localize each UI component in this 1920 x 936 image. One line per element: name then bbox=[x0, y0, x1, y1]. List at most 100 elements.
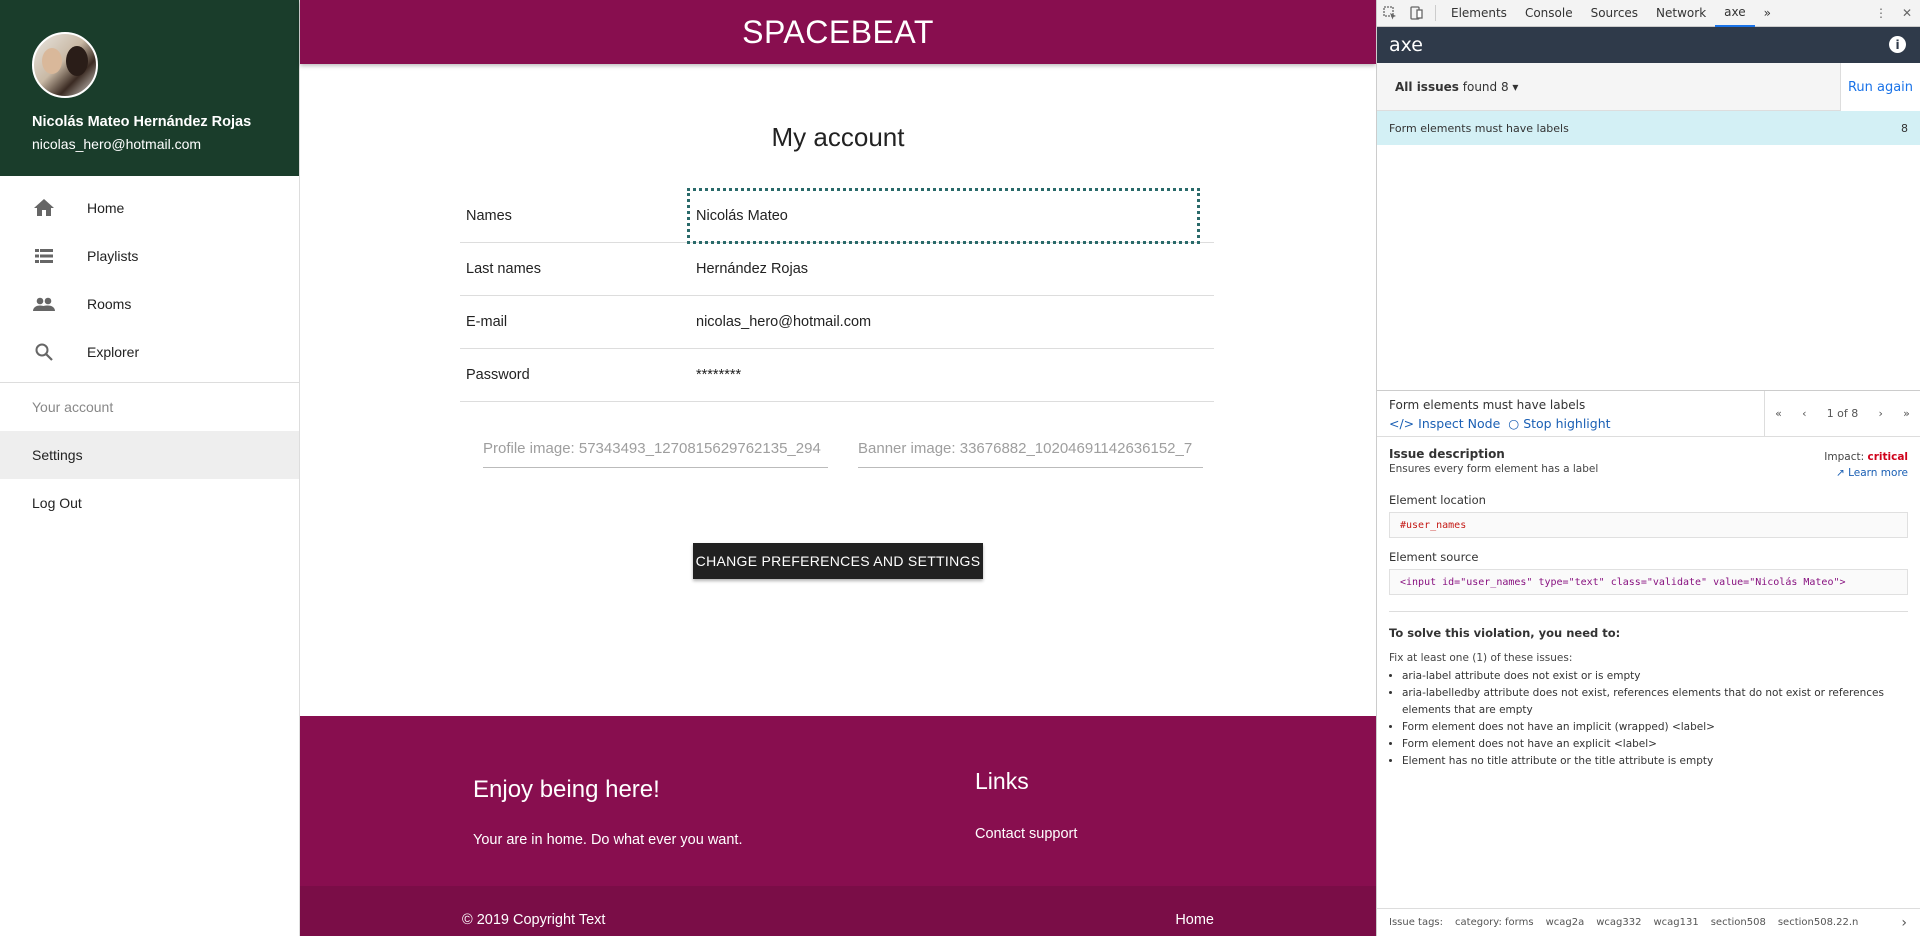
solve-item: aria-labelledby attribute does not exist… bbox=[1402, 685, 1908, 719]
nav-label: Home bbox=[87, 200, 125, 216]
form-row-password: Password ******** bbox=[460, 349, 1214, 402]
field-label: Names bbox=[466, 208, 512, 224]
detail-title: Form elements must have labels bbox=[1389, 398, 1586, 412]
avatar[interactable] bbox=[32, 32, 98, 98]
user-header: Nicolás Mateo Hernández Rojas nicolas_he… bbox=[0, 0, 299, 176]
tag: wcag131 bbox=[1653, 917, 1699, 928]
stop-highlight-label: Stop highlight bbox=[1523, 416, 1611, 431]
element-source-title: Element source bbox=[1389, 550, 1479, 564]
info-icon[interactable]: i bbox=[1889, 36, 1906, 53]
all-issues-dropdown[interactable]: All issues found 8 ▾ bbox=[1377, 80, 1518, 94]
tab-elements[interactable]: Elements bbox=[1442, 0, 1516, 27]
copyright: © 2019 Copyright Text bbox=[462, 912, 606, 928]
issue-tags-bar: Issue tags: category: forms wcag2a wcag3… bbox=[1377, 908, 1920, 936]
stop-highlight-link[interactable]: ○ Stop highlight bbox=[1508, 416, 1610, 431]
page-title: My account bbox=[771, 122, 905, 152]
issues-found: found 8 bbox=[1462, 79, 1509, 94]
nav-label: Rooms bbox=[87, 296, 132, 312]
nav-label: Playlists bbox=[87, 248, 139, 264]
names-input[interactable]: Nicolás Mateo bbox=[687, 188, 1200, 244]
issue-description-section: Issue description Ensures every form ele… bbox=[1377, 447, 1920, 479]
kebab-menu-icon[interactable]: ⋮ bbox=[1868, 0, 1894, 27]
issues-bar: All issues found 8 ▾ Run again bbox=[1377, 63, 1920, 111]
device-toolbar-icon[interactable] bbox=[1403, 0, 1429, 27]
issue-count: 8 bbox=[1901, 121, 1908, 135]
brand-logo[interactable]: SPACEBEAT bbox=[742, 14, 934, 51]
pager-position: 1 of 8 bbox=[1826, 407, 1859, 420]
prev-page-icon[interactable]: ‹ bbox=[1802, 407, 1806, 420]
chevron-right-icon[interactable]: › bbox=[1901, 915, 1907, 931]
nav-item-home[interactable]: Home bbox=[0, 184, 299, 232]
issue-list-empty-area bbox=[1377, 145, 1920, 391]
solve-item: Element has no title attribute or the ti… bbox=[1402, 753, 1908, 770]
inspect-element-icon[interactable] bbox=[1377, 0, 1403, 27]
tab-console[interactable]: Console bbox=[1516, 0, 1582, 27]
element-location-title: Element location bbox=[1389, 493, 1486, 507]
tab-sources[interactable]: Sources bbox=[1582, 0, 1647, 27]
nav-label: Explorer bbox=[87, 344, 140, 360]
axe-title: axe bbox=[1389, 34, 1423, 56]
list-icon bbox=[32, 244, 56, 268]
form-row-names: Names Nicolás Mateo bbox=[460, 188, 1214, 244]
impact-value: critical bbox=[1867, 451, 1908, 463]
change-preferences-button[interactable]: CHANGE PREFERENCES AND SETTINGS bbox=[693, 543, 983, 579]
top-bar: SPACEBEAT bbox=[300, 0, 1376, 64]
run-again-button[interactable]: Run again bbox=[1840, 63, 1920, 111]
home-icon bbox=[32, 196, 56, 220]
first-page-icon[interactable]: « bbox=[1775, 407, 1782, 420]
sidebar: Nicolás Mateo Hernández Rojas nicolas_he… bbox=[0, 0, 300, 936]
form-row-last-names: Last names Hernández Rojas bbox=[460, 243, 1214, 296]
element-source-value[interactable]: <input id="user_names" type="text" class… bbox=[1389, 569, 1908, 595]
issue-list-item[interactable]: Form elements must have labels 8 bbox=[1377, 111, 1920, 145]
password-input[interactable]: ******** bbox=[696, 367, 1214, 383]
element-location-value[interactable]: #user_names bbox=[1389, 512, 1908, 538]
tab-network[interactable]: Network bbox=[1647, 0, 1715, 27]
nav-item-explorer[interactable]: Explorer bbox=[0, 328, 299, 376]
field-label: Password bbox=[466, 367, 530, 383]
people-icon bbox=[32, 292, 56, 316]
contact-support-link[interactable]: Contact support bbox=[975, 826, 1077, 842]
all-issues-label: All issues bbox=[1395, 79, 1459, 94]
inspect-node-label: Inspect Node bbox=[1418, 416, 1501, 431]
solve-item: aria-label attribute does not exist or i… bbox=[1402, 668, 1908, 685]
nav-item-settings[interactable]: Settings bbox=[0, 431, 299, 479]
nav-item-playlists[interactable]: Playlists bbox=[0, 232, 299, 280]
search-icon bbox=[32, 340, 56, 364]
more-tabs-icon[interactable]: » bbox=[1755, 0, 1780, 27]
issue-name: Form elements must have labels bbox=[1389, 121, 1569, 135]
highlight-icon: ○ bbox=[1508, 416, 1520, 431]
nav-item-logout[interactable]: Log Out bbox=[0, 479, 299, 527]
account-form: Names Nicolás Mateo Last names Hernández… bbox=[460, 188, 1214, 402]
profile-image-input[interactable]: Profile image: 57343493_1270815629762135… bbox=[483, 440, 828, 468]
banner-image-input[interactable]: Banner image: 33676882_10204691142636152… bbox=[858, 440, 1203, 468]
tag: section508.22.n bbox=[1777, 917, 1859, 928]
last-page-icon[interactable]: » bbox=[1903, 407, 1910, 420]
devtools-toolbar: Elements Console Sources Network axe » ⋮… bbox=[1377, 0, 1920, 27]
element-source-section: Element source <input id="user_names" ty… bbox=[1377, 550, 1920, 595]
footer-home-link[interactable]: Home bbox=[1175, 912, 1214, 928]
close-icon[interactable]: ✕ bbox=[1894, 0, 1920, 27]
inspect-node-link[interactable]: </> Inspect Node bbox=[1389, 416, 1500, 431]
footer-links-title: Links bbox=[975, 768, 1029, 794]
tab-axe[interactable]: axe bbox=[1715, 0, 1755, 27]
caret-down-icon: ▾ bbox=[1512, 79, 1519, 94]
solve-title: To solve this violation, you need to: bbox=[1389, 626, 1621, 640]
next-page-icon[interactable]: › bbox=[1879, 407, 1883, 420]
footer-text: Your are in home. Do what ever you want. bbox=[473, 832, 743, 848]
last-names-input[interactable]: Hernández Rojas bbox=[696, 261, 1214, 277]
learn-more-link[interactable]: ↗ Learn more bbox=[1824, 467, 1908, 479]
element-location-section: Element location #user_names bbox=[1377, 493, 1920, 538]
image-inputs: Profile image: 57343493_1270815629762135… bbox=[483, 440, 1203, 468]
learn-more-label: Learn more bbox=[1848, 467, 1908, 479]
axe-header: axe i bbox=[1377, 27, 1920, 63]
field-label: E-mail bbox=[466, 314, 508, 330]
tag: section508 bbox=[1710, 917, 1766, 928]
tags-label: Issue tags: bbox=[1389, 917, 1444, 928]
user-name: Nicolás Mateo Hernández Rojas bbox=[32, 114, 252, 130]
footer-bottom-bar bbox=[300, 886, 1376, 936]
email-input[interactable]: nicolas_hero@hotmail.com bbox=[696, 314, 1214, 330]
devtools-panel: Elements Console Sources Network axe » ⋮… bbox=[1376, 0, 1920, 936]
code-icon: </> bbox=[1389, 416, 1415, 431]
nav-item-rooms[interactable]: Rooms bbox=[0, 280, 299, 328]
main-content: SPACEBEAT My account Names Nicolás Mateo… bbox=[300, 0, 1376, 936]
